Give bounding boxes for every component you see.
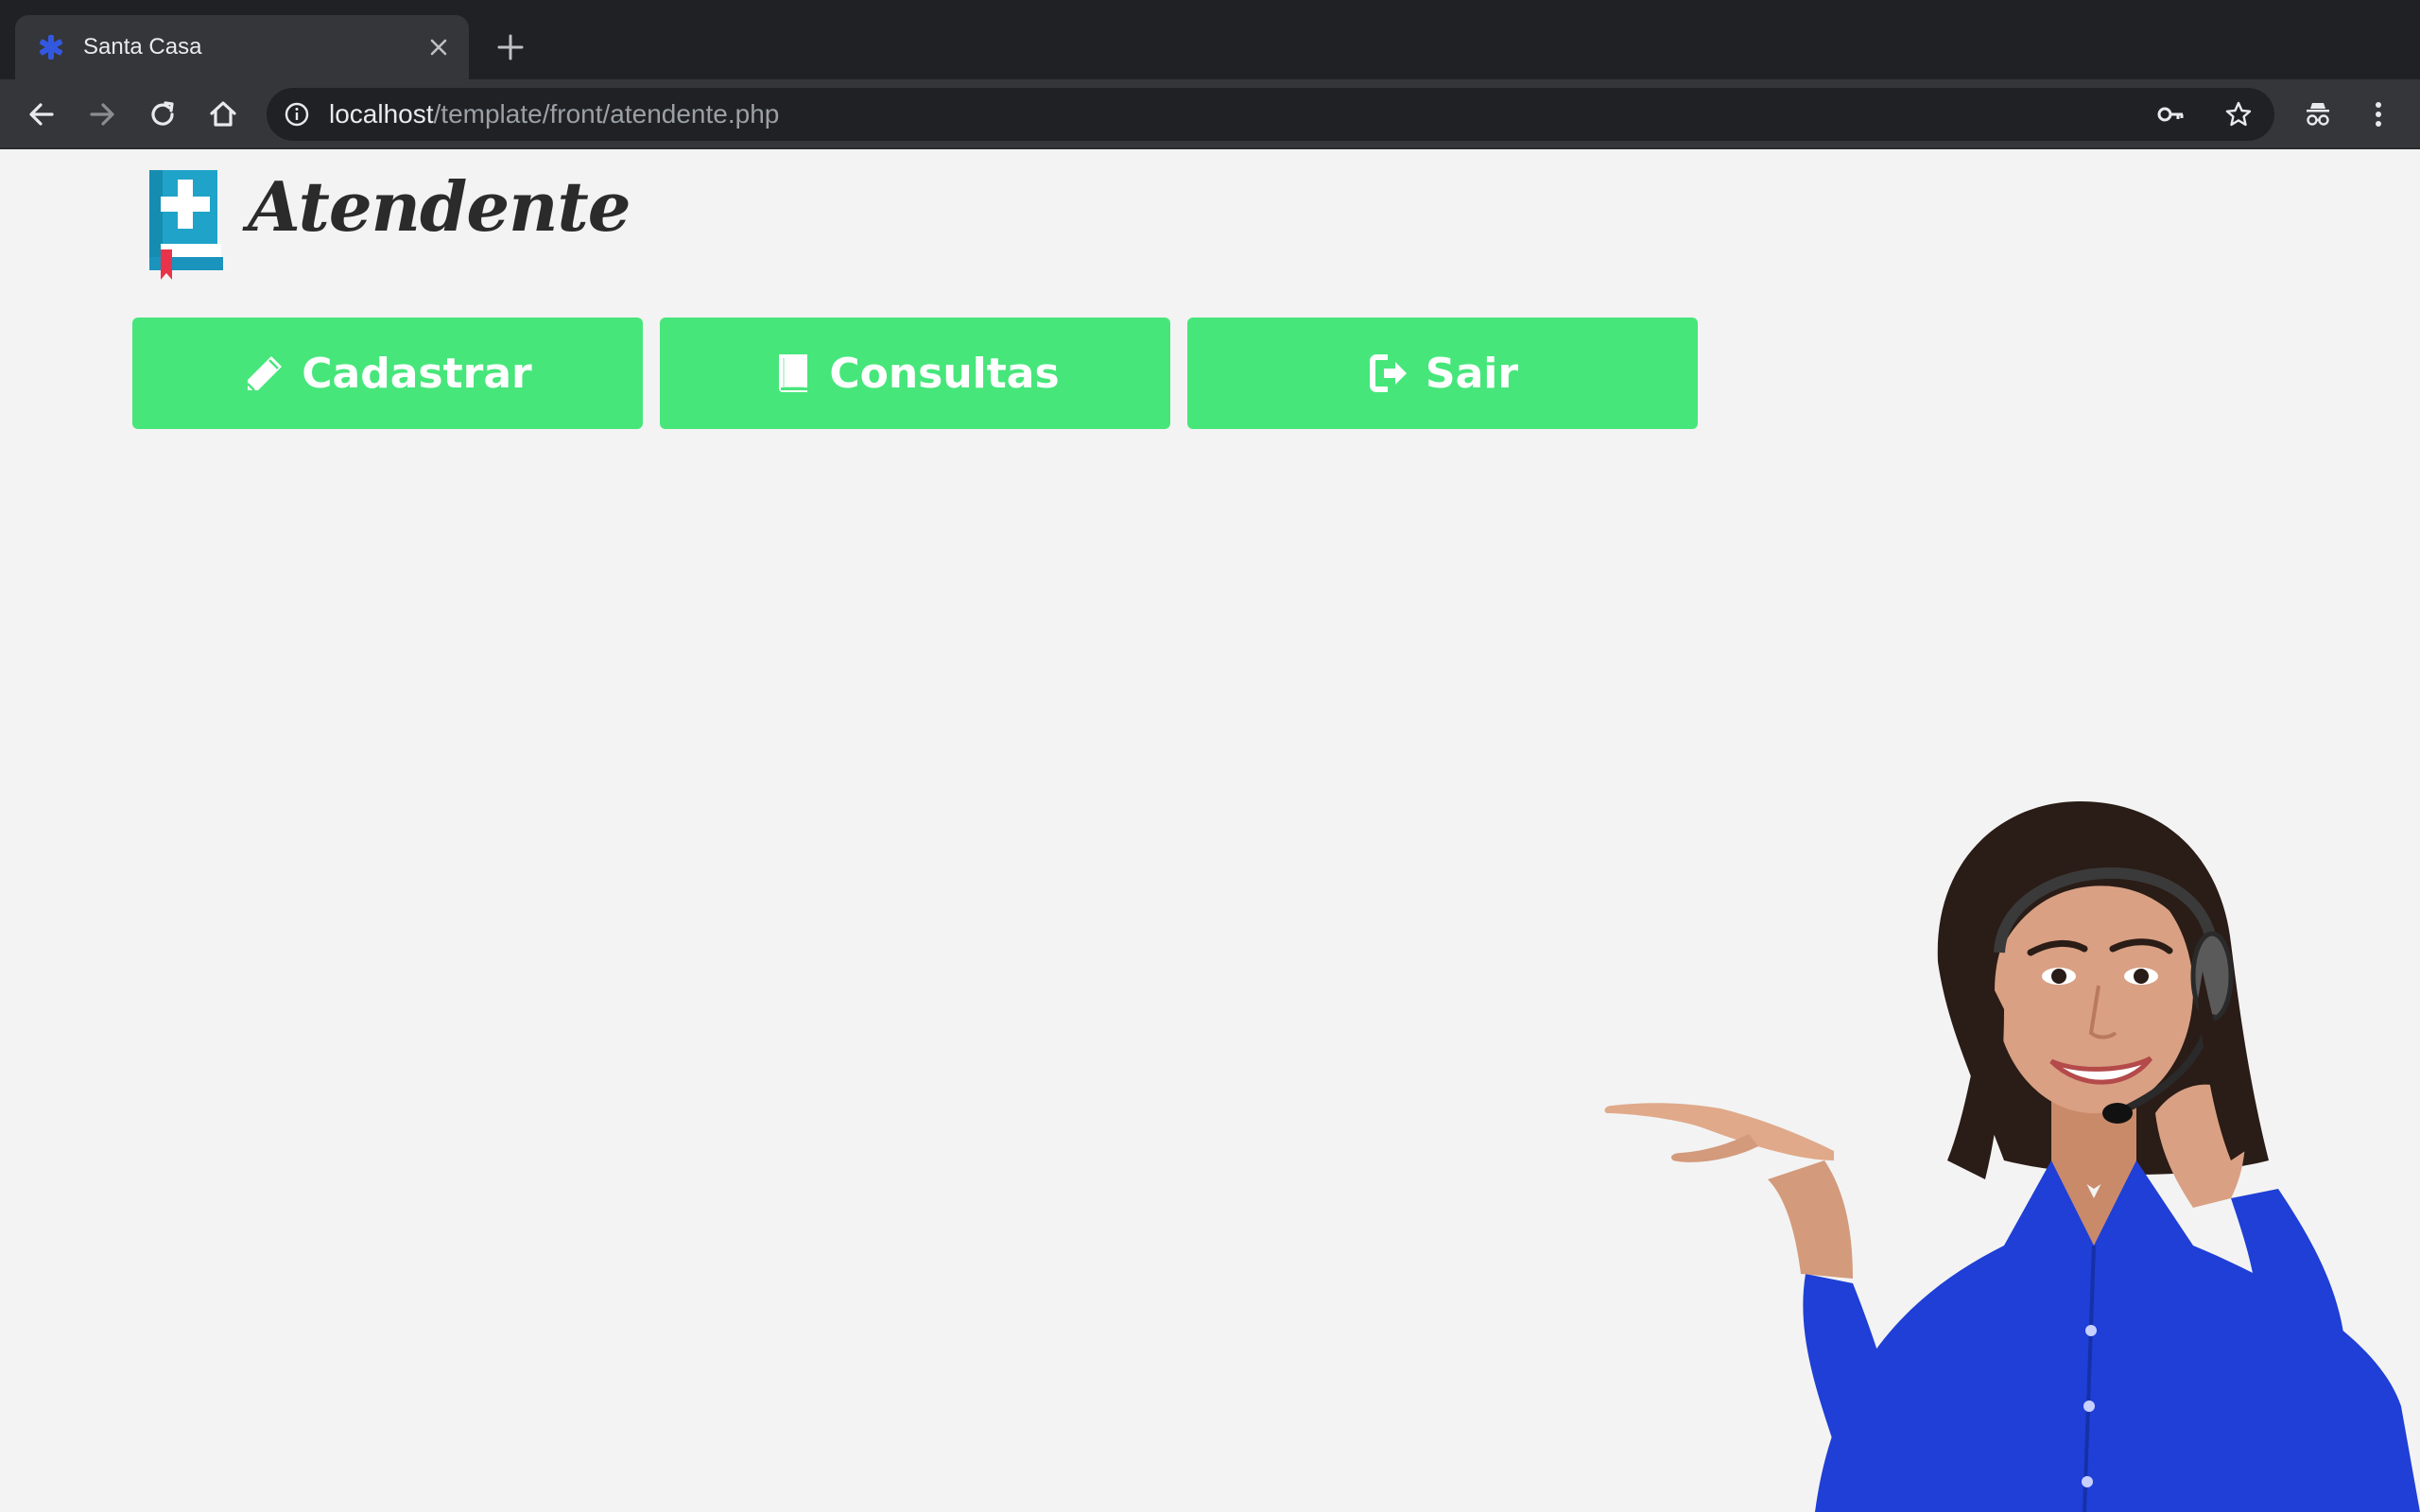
consultas-button[interactable]: Consultas bbox=[660, 318, 1170, 429]
sair-button[interactable]: Sair bbox=[1187, 318, 1698, 429]
info-icon[interactable] bbox=[284, 101, 310, 128]
call-center-agent-image bbox=[1604, 801, 2420, 1512]
browser-tabstrip: Santa Casa bbox=[0, 0, 2420, 79]
forward-arrow-icon[interactable] bbox=[83, 95, 121, 133]
incognito-icon[interactable] bbox=[2299, 95, 2337, 133]
page-title: Atendente bbox=[248, 166, 631, 247]
address-bar[interactable]: localhost/template/front/atendente.php bbox=[267, 88, 2274, 141]
key-icon[interactable] bbox=[2155, 99, 2186, 129]
url-path: /template/front/atendente.php bbox=[433, 99, 780, 129]
plus-icon[interactable] bbox=[493, 30, 527, 64]
cadastrar-button[interactable]: Cadastrar bbox=[132, 318, 643, 429]
cadastrar-label: Cadastrar bbox=[302, 349, 532, 398]
url-text[interactable]: localhost/template/front/atendente.php bbox=[329, 88, 779, 141]
kebab-menu-icon[interactable] bbox=[2360, 95, 2397, 133]
sair-label: Sair bbox=[1425, 349, 1519, 398]
page-content: Atendente Cadastrar Consultas Sair bbox=[0, 149, 2420, 1512]
browser-tab[interactable]: Santa Casa bbox=[15, 15, 469, 79]
home-icon[interactable] bbox=[204, 95, 242, 133]
url-host: localhost bbox=[329, 99, 434, 129]
consultas-label: Consultas bbox=[829, 349, 1060, 398]
book-icon bbox=[779, 354, 808, 392]
reload-icon[interactable] bbox=[144, 95, 182, 133]
close-icon[interactable] bbox=[425, 34, 452, 60]
tab-title: Santa Casa bbox=[83, 34, 202, 60]
pencil-icon bbox=[247, 356, 283, 391]
asterisk-medical-icon bbox=[39, 35, 63, 60]
back-arrow-icon[interactable] bbox=[23, 95, 60, 133]
medical-book-logo-icon bbox=[149, 170, 223, 280]
sign-out-icon bbox=[1369, 354, 1407, 392]
star-icon[interactable] bbox=[2223, 99, 2254, 129]
browser-toolbar: localhost/template/front/atendente.php bbox=[0, 79, 2420, 149]
